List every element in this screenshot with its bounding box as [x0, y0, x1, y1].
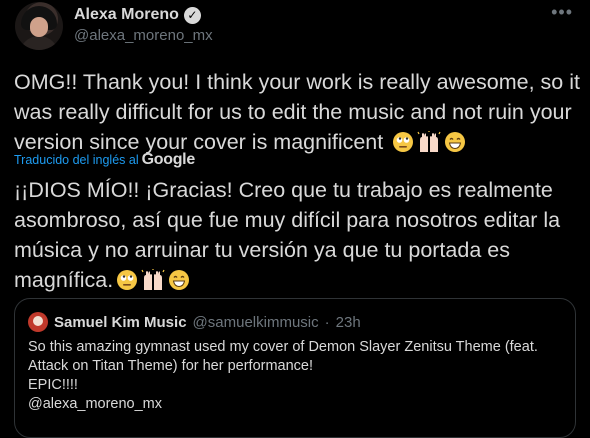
translated-notice[interactable]: Traducido del inglés al Google	[14, 151, 195, 169]
grinning-face-emoji	[168, 269, 190, 299]
more-icon[interactable]: •••	[551, 2, 573, 23]
quoted-tweet[interactable]: Samuel Kim Music @samuelkimmusic · 23h S…	[14, 298, 576, 438]
tweet-text-translated: ¡¡DIOS MÍO!! ¡Gracias! Creo que tu traba…	[14, 175, 584, 299]
face-with-rolling-eyes-emoji	[116, 269, 138, 299]
separator-dot: ·	[324, 313, 330, 331]
google-logo: Google	[141, 151, 196, 168]
quoted-tweet-time: 23h	[335, 313, 361, 331]
face-with-rolling-eyes-emoji	[392, 131, 414, 161]
author-name[interactable]: Alexa Moreno	[74, 6, 179, 24]
quoted-author-name: Samuel Kim Music	[54, 313, 187, 331]
author-name-row[interactable]: Alexa Moreno ✓	[74, 6, 201, 24]
translated-text: ¡¡DIOS MÍO!! ¡Gracias! Creo que tu traba…	[14, 178, 561, 292]
tweet-text-original: OMG!! Thank you! I think your work is re…	[14, 67, 584, 161]
tweet-text: OMG!! Thank you! I think your work is re…	[14, 70, 580, 154]
quoted-author-handle: @samuelkimmusic	[192, 313, 319, 331]
quoted-tweet-text: So this amazing gymnast used my cover of…	[28, 339, 538, 412]
verified-badge-icon: ✓	[183, 6, 201, 24]
quoted-author-avatar	[28, 312, 48, 332]
quoted-tweet-header: Samuel Kim Music @samuelkimmusic · 23h	[28, 312, 361, 332]
grinning-face-emoji	[444, 131, 466, 161]
raising-hands-emoji	[141, 269, 165, 299]
raising-hands-emoji	[417, 131, 441, 161]
author-avatar[interactable]	[15, 2, 63, 50]
tweet-header: Alexa Moreno ✓ @alexa_moreno_mx •••	[15, 2, 575, 52]
translated-label[interactable]: Traducido del inglés al	[14, 153, 139, 167]
author-handle[interactable]: @alexa_moreno_mx	[74, 27, 213, 44]
